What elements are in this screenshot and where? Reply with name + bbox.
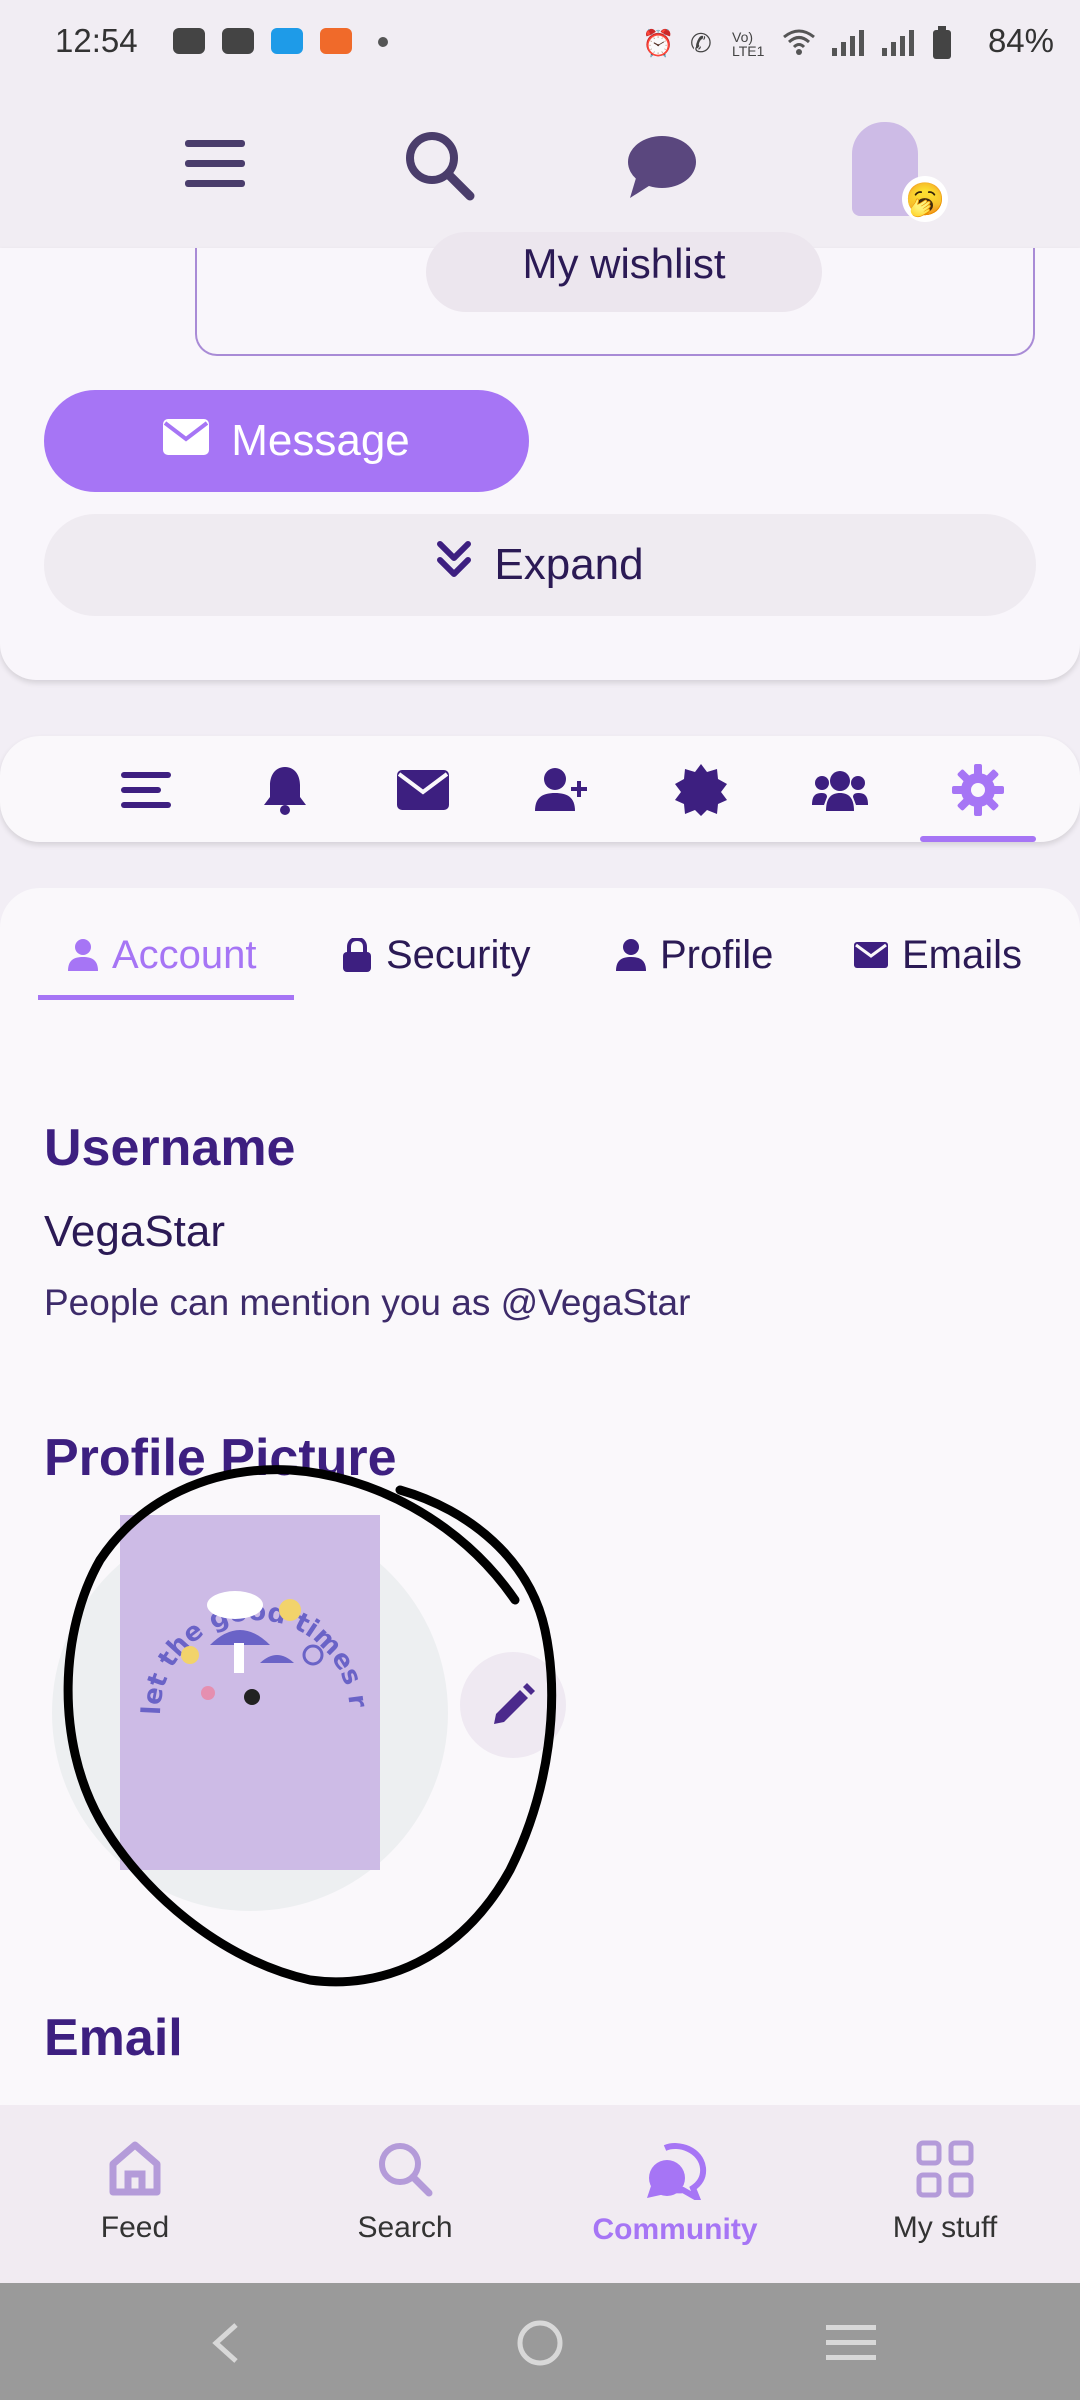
youtube-icon <box>173 28 205 54</box>
call-icon: ✆ <box>690 28 712 58</box>
back-icon[interactable] <box>210 2321 240 2370</box>
tab-emails[interactable]: Emails <box>854 925 1022 985</box>
message-label: Message <box>231 416 410 465</box>
network-label: Vo) LTE1 <box>732 29 765 59</box>
active-tab-indicator <box>920 836 1036 842</box>
recents-icon[interactable] <box>826 2325 876 2366</box>
nav-label: Search <box>357 2211 453 2244</box>
chat-bubble-icon[interactable] <box>626 134 698 205</box>
dot-icon <box>378 37 388 47</box>
system-navigation-bar <box>0 2283 1080 2400</box>
nav-label: Feed <box>100 2211 170 2244</box>
tab-label: Emails <box>902 932 1023 977</box>
nav-my-stuff[interactable]: My stuff <box>810 2140 1080 2245</box>
add-user-icon[interactable] <box>532 760 592 820</box>
wishlist-button[interactable]: My wishlist <box>426 232 822 312</box>
top-app-bar: 🥱 <box>0 90 1080 248</box>
email-title: Email <box>44 2009 183 2067</box>
battery-percent: 84% <box>987 22 1054 59</box>
username-value: VegaStar <box>44 1207 226 1256</box>
home-circle-icon[interactable] <box>516 2319 564 2372</box>
message-button[interactable]: Message <box>44 390 529 492</box>
app-icon <box>271 28 303 54</box>
nav-community[interactable]: Community <box>540 2140 810 2247</box>
badge-icon[interactable] <box>671 760 731 820</box>
envelope-icon[interactable] <box>393 760 453 820</box>
youtube-icon <box>222 28 254 54</box>
battery-icon <box>932 26 952 65</box>
users-icon[interactable] <box>810 760 870 820</box>
status-time: 12:54 <box>55 22 138 59</box>
alarm-icon: ⏰ <box>642 28 675 58</box>
nav-label: Community <box>592 2213 758 2246</box>
community-icon <box>647 2143 707 2205</box>
status-bar: 12:54 ⏰ ✆ Vo) LTE1 84% <box>0 0 1080 90</box>
gear-icon[interactable] <box>948 760 1008 820</box>
active-tab-indicator <box>38 995 294 1000</box>
expand-button[interactable]: Expand <box>44 514 1036 616</box>
tab-label: Security <box>386 932 531 977</box>
hamburger-icon[interactable] <box>185 138 245 195</box>
mention-hint: People can mention you as @VegaStar <box>44 1282 691 1323</box>
app-icon <box>320 28 352 54</box>
envelope-icon <box>163 416 210 466</box>
expand-label: Expand <box>494 540 644 589</box>
list-icon[interactable] <box>116 760 176 820</box>
home-icon <box>109 2141 161 2196</box>
username-title: Username <box>44 1119 296 1177</box>
nav-feed[interactable]: Feed <box>0 2140 270 2245</box>
status-emoji: 🥱 <box>902 176 948 222</box>
bell-icon[interactable] <box>255 760 315 820</box>
nav-search[interactable]: Search <box>270 2140 540 2245</box>
nav-label: My stuff <box>892 2211 998 2244</box>
lock-icon <box>343 938 371 972</box>
grid-icon <box>916 2140 974 2198</box>
wifi-icon <box>782 28 816 63</box>
search-icon[interactable] <box>404 130 476 207</box>
tab-profile[interactable]: Profile <box>616 925 773 985</box>
scribble-annotation <box>63 1465 557 1987</box>
tab-account[interactable]: Account <box>68 925 257 985</box>
tab-label: Account <box>112 932 257 977</box>
tab-security[interactable]: Security <box>342 925 531 985</box>
user-icon <box>616 939 646 971</box>
user-icon <box>68 939 98 971</box>
chevron-double-down-icon <box>436 540 472 591</box>
tab-label: Profile <box>660 932 774 977</box>
search-icon <box>379 2143 433 2197</box>
signal-icon <box>830 28 866 65</box>
envelope-icon <box>854 942 888 968</box>
signal-icon <box>880 28 916 65</box>
